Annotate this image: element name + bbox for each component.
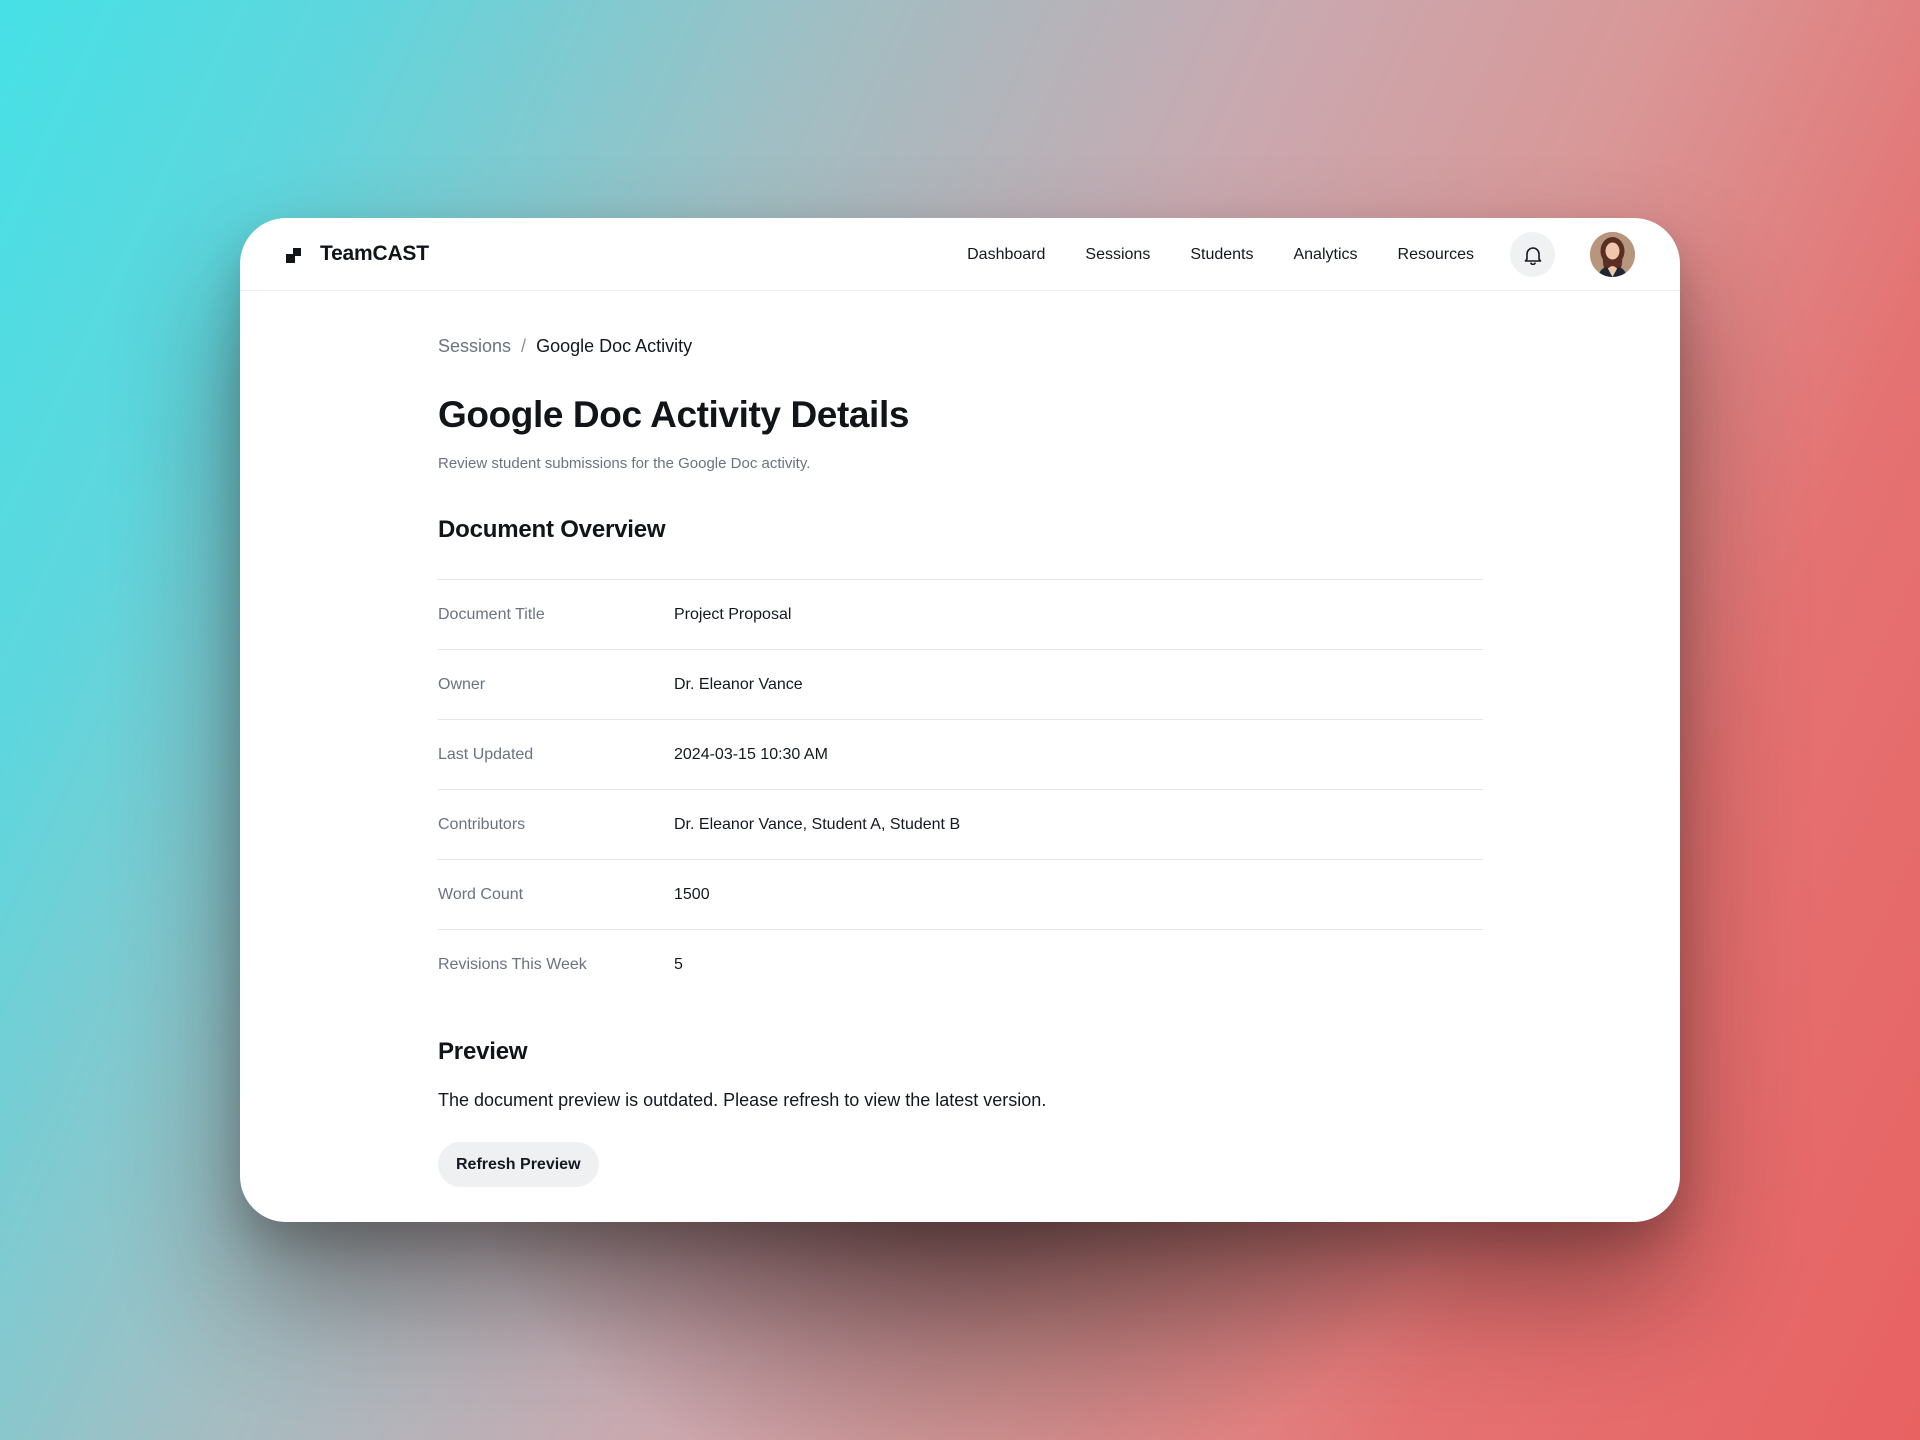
top-navigation-bar: TeamCAST Dashboard Sessions Students Ana… xyxy=(240,218,1680,291)
brand[interactable]: TeamCAST xyxy=(286,242,429,266)
breadcrumb: Sessions / Google Doc Activity xyxy=(438,336,692,357)
detail-value: Dr. Eleanor Vance xyxy=(674,675,803,693)
detail-label: Contributors xyxy=(438,815,526,833)
detail-label: Document Title xyxy=(438,605,545,623)
nav-item-resources[interactable]: Resources xyxy=(1398,246,1474,264)
detail-label: Revisions This Week xyxy=(438,955,587,973)
detail-row-word-count: Word Count 1500 xyxy=(438,859,1483,929)
detail-value: 1500 xyxy=(674,885,710,903)
breadcrumb-sessions-link[interactable]: Sessions xyxy=(438,336,511,356)
logo-mark-icon xyxy=(286,248,302,264)
detail-label: Last Updated xyxy=(438,745,534,763)
nav-item-students[interactable]: Students xyxy=(1190,246,1253,264)
app-window: TeamCAST Dashboard Sessions Students Ana… xyxy=(240,218,1680,1222)
avatar-portrait-icon xyxy=(1590,232,1635,277)
detail-row-owner: Owner Dr. Eleanor Vance xyxy=(438,649,1483,719)
main-nav: Dashboard Sessions Students Analytics Re… xyxy=(967,246,1474,264)
app-name: TeamCAST xyxy=(320,242,429,265)
detail-value: Project Proposal xyxy=(674,605,792,623)
page-title: Google Doc Activity Details xyxy=(438,394,909,435)
detail-label: Word Count xyxy=(438,885,524,903)
notifications-button[interactable] xyxy=(1510,232,1555,277)
detail-value: 2024-03-15 10:30 AM xyxy=(674,745,828,763)
document-overview-table: Document Title Project Proposal Owner Dr… xyxy=(438,579,1483,999)
bell-icon xyxy=(1524,246,1541,265)
detail-value: Dr. Eleanor Vance, Student A, Student B xyxy=(674,815,961,833)
nav-item-dashboard[interactable]: Dashboard xyxy=(967,246,1045,264)
user-avatar[interactable] xyxy=(1590,232,1635,277)
document-overview-heading: Document Overview xyxy=(438,516,666,543)
detail-row-contributors: Contributors Dr. Eleanor Vance, Student … xyxy=(438,789,1483,859)
detail-row-document-title: Document Title Project Proposal xyxy=(438,579,1483,649)
detail-label: Owner xyxy=(438,675,486,693)
breadcrumb-current: Google Doc Activity xyxy=(536,336,693,356)
page-subtitle: Review student submissions for the Googl… xyxy=(438,455,811,472)
preview-message: The document preview is outdated. Please… xyxy=(438,1090,1047,1110)
nav-item-sessions[interactable]: Sessions xyxy=(1085,246,1150,264)
breadcrumb-separator: / xyxy=(521,336,527,356)
detail-value: 5 xyxy=(674,955,683,973)
preview-heading: Preview xyxy=(438,1038,528,1065)
detail-row-last-updated: Last Updated 2024-03-15 10:30 AM xyxy=(438,719,1483,789)
detail-row-revisions-this-week: Revisions This Week 5 xyxy=(438,929,1483,999)
refresh-preview-button[interactable]: Refresh Preview xyxy=(438,1142,599,1187)
nav-item-analytics[interactable]: Analytics xyxy=(1293,246,1357,264)
